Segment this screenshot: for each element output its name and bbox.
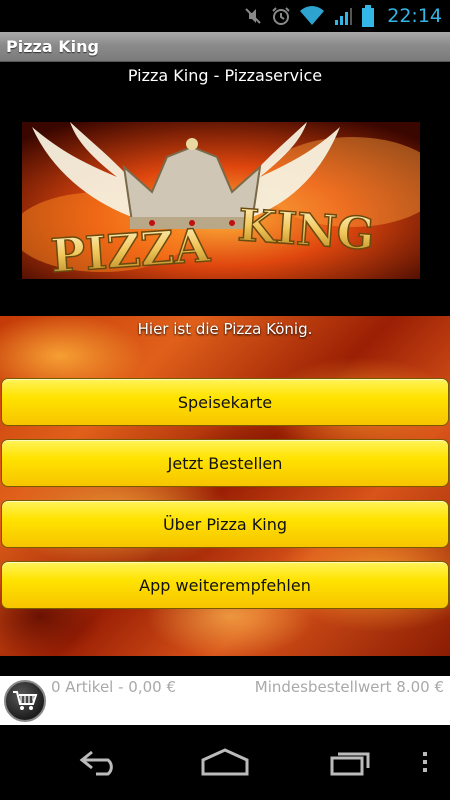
home-icon[interactable] bbox=[200, 748, 250, 776]
svg-text:KING: KING bbox=[236, 200, 376, 260]
clock: 22:14 bbox=[387, 5, 442, 27]
mute-icon bbox=[245, 8, 261, 24]
shopping-cart-icon[interactable] bbox=[4, 680, 46, 722]
menu-button-speisekarte[interactable]: Speisekarte bbox=[1, 378, 449, 426]
minimum-order: Mindesbestellwert 8.00 € bbox=[254, 678, 444, 696]
app-title: Pizza King bbox=[6, 37, 99, 56]
menu-button-ueber-pizza-king[interactable]: Über Pizza King bbox=[1, 500, 449, 548]
recent-apps-icon[interactable] bbox=[330, 748, 374, 776]
overflow-menu-icon[interactable] bbox=[420, 748, 430, 776]
battery-icon bbox=[362, 5, 375, 27]
menu-button-app-weiterempfehlen[interactable]: App weiterempfehlen bbox=[1, 561, 449, 609]
alarm-icon bbox=[272, 7, 290, 25]
signal-icon bbox=[335, 8, 353, 25]
status-bar: 22:14 bbox=[0, 0, 450, 32]
wifi-icon bbox=[300, 6, 325, 26]
svg-text:PIZZA: PIZZA bbox=[49, 218, 213, 279]
action-bar: Pizza King bbox=[0, 32, 450, 62]
divider bbox=[0, 656, 450, 676]
pizza-king-logo: PIZZA KING bbox=[22, 122, 420, 279]
tagline: Hier ist die Pizza König. bbox=[137, 320, 313, 338]
page-subtitle: Pizza King - Pizzaservice bbox=[127, 66, 323, 85]
cart-summary: 0 Artikel - 0,00 € bbox=[51, 678, 176, 696]
menu-button-jetzt-bestellen[interactable]: Jetzt Bestellen bbox=[1, 439, 449, 487]
back-icon[interactable] bbox=[78, 748, 122, 776]
